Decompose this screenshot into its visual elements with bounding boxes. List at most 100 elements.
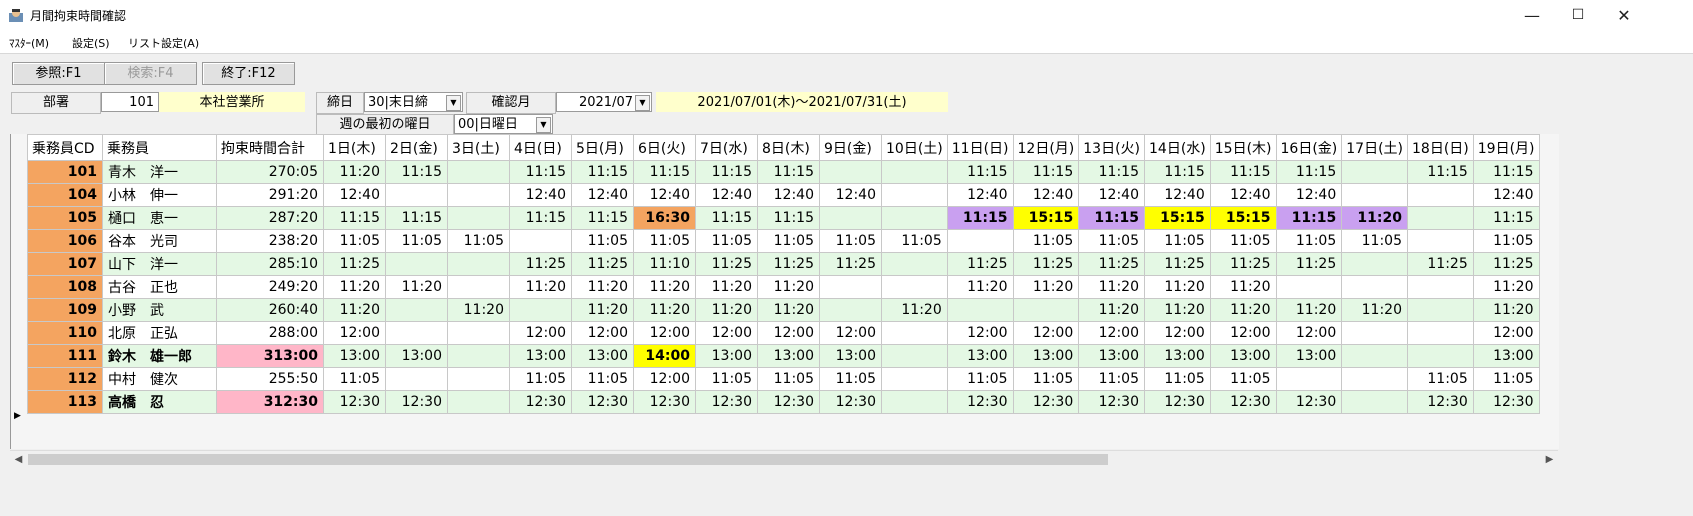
- day-cell[interactable]: 11:20: [1472, 298, 1540, 322]
- day-cell[interactable]: 13:00: [385, 344, 448, 368]
- day-cell[interactable]: 11:25: [819, 252, 882, 276]
- day-cell[interactable]: [447, 252, 510, 276]
- day-cell[interactable]: 12:40: [946, 183, 1014, 207]
- day-cell[interactable]: [385, 252, 448, 276]
- day-cell[interactable]: 13:00: [1144, 344, 1211, 368]
- day-cell[interactable]: 11:20: [323, 160, 386, 184]
- table-row[interactable]: 104 小林 伸一 291:20 12:40 12:40 12:40 12:40 12:40 1…: [27, 183, 1540, 207]
- header-day-4[interactable]: 2日(金): [385, 134, 448, 161]
- day-cell[interactable]: [509, 298, 572, 322]
- total-time-cell[interactable]: 291:20: [216, 183, 324, 207]
- menu-master[interactable]: ﾏｽﾀｰ(M): [9, 35, 49, 51]
- day-cell[interactable]: 11:15: [1078, 206, 1145, 230]
- day-cell[interactable]: [946, 298, 1014, 322]
- day-cell[interactable]: 11:25: [1472, 252, 1540, 276]
- day-cell[interactable]: [1341, 367, 1408, 391]
- day-cell[interactable]: 11:20: [1341, 298, 1408, 322]
- day-cell[interactable]: [1341, 344, 1408, 368]
- day-cell[interactable]: 12:30: [1472, 390, 1540, 414]
- total-time-cell[interactable]: 312:30: [216, 390, 324, 414]
- day-cell[interactable]: [447, 321, 510, 345]
- day-cell[interactable]: 12:00: [757, 321, 820, 345]
- day-cell[interactable]: 11:05: [1144, 229, 1211, 253]
- day-cell[interactable]: [1341, 275, 1408, 299]
- day-cell[interactable]: 12:30: [633, 390, 696, 414]
- day-cell[interactable]: 11:05: [1275, 229, 1343, 253]
- day-cell[interactable]: 11:05: [1472, 367, 1540, 391]
- day-cell[interactable]: 11:15: [757, 160, 820, 184]
- chevron-down-icon[interactable]: ▼: [635, 95, 650, 111]
- maximize-button[interactable]: ☐: [1555, 0, 1601, 31]
- day-cell[interactable]: 11:15: [633, 160, 696, 184]
- total-time-cell[interactable]: 255:50: [216, 367, 324, 391]
- day-cell[interactable]: 12:40: [819, 183, 882, 207]
- total-time-cell[interactable]: 260:40: [216, 298, 324, 322]
- scroll-left-icon[interactable]: ◀: [10, 451, 27, 468]
- day-cell[interactable]: 11:20: [1012, 275, 1080, 299]
- day-cell[interactable]: 11:20: [385, 275, 448, 299]
- header-day-10[interactable]: 8日(木): [757, 134, 820, 161]
- day-cell[interactable]: 11:25: [1209, 252, 1277, 276]
- day-cell[interactable]: [447, 160, 510, 184]
- day-cell[interactable]: 11:15: [323, 206, 386, 230]
- day-cell[interactable]: [1012, 298, 1080, 322]
- day-cell[interactable]: 11:25: [323, 252, 386, 276]
- day-cell[interactable]: 12:30: [695, 390, 758, 414]
- day-cell[interactable]: [1341, 183, 1408, 207]
- day-cell[interactable]: 12:30: [323, 390, 386, 414]
- header-day-20[interactable]: 18日(日): [1407, 134, 1474, 161]
- day-cell[interactable]: 11:25: [946, 252, 1014, 276]
- day-cell[interactable]: 12:00: [509, 321, 572, 345]
- day-cell[interactable]: 11:15: [571, 160, 634, 184]
- day-cell[interactable]: 13:00: [819, 344, 882, 368]
- day-cell[interactable]: 11:20: [1209, 275, 1277, 299]
- day-cell[interactable]: [1341, 390, 1408, 414]
- header-day-13[interactable]: 11日(日): [946, 134, 1014, 161]
- total-time-cell[interactable]: 249:20: [216, 275, 324, 299]
- day-cell[interactable]: 12:00: [819, 321, 882, 345]
- day-cell[interactable]: 12:40: [1144, 183, 1211, 207]
- header-day-18[interactable]: 16日(金): [1275, 134, 1343, 161]
- header-day-5[interactable]: 3日(土): [447, 134, 510, 161]
- day-cell[interactable]: 11:15: [1275, 206, 1343, 230]
- day-cell[interactable]: 13:00: [571, 344, 634, 368]
- day-cell[interactable]: 11:15: [1407, 160, 1474, 184]
- day-cell[interactable]: 12:00: [1078, 321, 1145, 345]
- driver-name-cell[interactable]: 山下 洋一: [102, 252, 217, 276]
- day-cell[interactable]: 16:30: [633, 206, 696, 230]
- day-cell[interactable]: [1341, 252, 1408, 276]
- driver-name-cell[interactable]: 小野 武: [102, 298, 217, 322]
- day-cell[interactable]: [385, 183, 448, 207]
- day-cell[interactable]: 11:05: [946, 367, 1014, 391]
- header-day-15[interactable]: 13日(火): [1078, 134, 1145, 161]
- total-time-cell[interactable]: 238:20: [216, 229, 324, 253]
- day-cell[interactable]: 11:15: [946, 160, 1014, 184]
- day-cell[interactable]: [1407, 321, 1474, 345]
- day-cell[interactable]: 12:00: [1209, 321, 1277, 345]
- table-row[interactable]: 101 青木 洋一 270:05 11:20 11:15 11:15 11:15 11:15 1…: [27, 160, 1540, 184]
- header-driver[interactable]: 乗務員: [102, 134, 217, 161]
- day-cell[interactable]: [881, 160, 948, 184]
- day-cell[interactable]: [385, 321, 448, 345]
- day-cell[interactable]: 11:20: [1078, 275, 1145, 299]
- day-cell[interactable]: 11:15: [385, 160, 448, 184]
- total-time-cell[interactable]: 285:10: [216, 252, 324, 276]
- day-cell[interactable]: 12:30: [1012, 390, 1080, 414]
- day-cell[interactable]: 11:25: [1144, 252, 1211, 276]
- day-cell[interactable]: 11:05: [695, 229, 758, 253]
- day-cell[interactable]: [1275, 275, 1343, 299]
- table-row[interactable]: 108 古谷 正也 249:20 11:20 11:20 11:20 11:20 11:20 1…: [27, 275, 1540, 299]
- day-cell[interactable]: 13:00: [946, 344, 1014, 368]
- day-cell[interactable]: [819, 275, 882, 299]
- day-cell[interactable]: 11:05: [571, 229, 634, 253]
- driver-cd-cell[interactable]: 104: [27, 183, 103, 207]
- day-cell[interactable]: 11:05: [695, 367, 758, 391]
- day-cell[interactable]: 11:25: [757, 252, 820, 276]
- header-day-12[interactable]: 10日(土): [881, 134, 948, 161]
- day-cell[interactable]: [447, 367, 510, 391]
- day-cell[interactable]: [819, 160, 882, 184]
- day-cell[interactable]: [509, 229, 572, 253]
- day-cell[interactable]: 11:25: [571, 252, 634, 276]
- day-cell[interactable]: 12:40: [1472, 183, 1540, 207]
- driver-name-cell[interactable]: 樋口 恵一: [102, 206, 217, 230]
